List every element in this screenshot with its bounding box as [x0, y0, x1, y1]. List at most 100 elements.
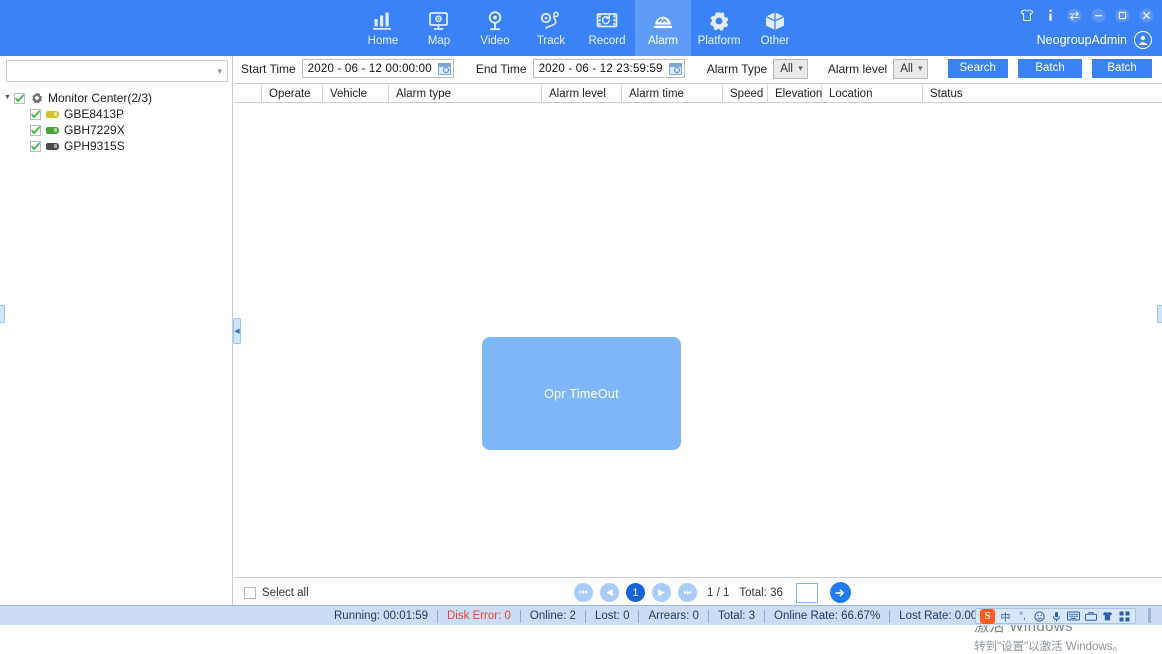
apps-icon[interactable] [1118, 610, 1131, 623]
tray-edge-marker [1148, 608, 1151, 623]
status-item: Total: 3 [709, 609, 766, 623]
nav-item-map[interactable]: Map [411, 0, 467, 56]
toast-message: Opr TimeOut [544, 386, 619, 401]
switch-user-icon[interactable] [1067, 8, 1082, 23]
minimize-icon[interactable] [1091, 8, 1106, 23]
cube-icon [764, 9, 786, 33]
voice-input-icon[interactable] [1050, 610, 1063, 623]
alarm-type-select[interactable]: All ▾ [773, 58, 808, 79]
prev-page-icon[interactable]: ◀ [600, 583, 619, 602]
column-header-status[interactable]: Status [923, 84, 1162, 103]
column-header-speed[interactable]: Speed [723, 84, 768, 103]
nav-item-other[interactable]: Other [747, 0, 803, 56]
status-item: Running: 00:01:59 [325, 609, 438, 623]
status-item: Online Rate: 66.67% [765, 609, 891, 623]
skin-icon[interactable] [1101, 610, 1114, 623]
column-header-alarm-type[interactable]: Alarm type [389, 84, 542, 103]
end-time-value: 2020 - 06 - 12 23:59:59 [538, 62, 663, 75]
car-icon [45, 126, 60, 134]
tree-expand-toggle[interactable]: ▼ [4, 93, 14, 103]
monitor-map-icon [428, 9, 450, 33]
left-edge-handle[interactable] [0, 305, 5, 323]
batch-confirm-button[interactable]: Batch Confirm [1017, 59, 1083, 93]
batch-cancel-button[interactable]: Batch Cancel [1092, 59, 1152, 93]
column-header-operate[interactable]: Operate [262, 84, 323, 103]
nav-item-label: Map [427, 34, 451, 47]
nav-item-label: Home [367, 34, 399, 47]
go-arrow-icon[interactable] [829, 582, 851, 603]
end-time-input[interactable]: 2020 - 06 - 12 23:59:59 [532, 59, 685, 78]
checkbox-box [244, 586, 256, 599]
nav-item-home[interactable]: Home [355, 0, 411, 56]
track-pin-icon [540, 9, 562, 33]
user-avatar-icon[interactable] [1134, 31, 1152, 49]
end-time-label: End Time [475, 61, 527, 76]
vehicle-tree: ▼ Monitor Center(2/3) GBE8413P GBH7229X GPH9… [0, 90, 233, 154]
current-page-button[interactable]: 1 [626, 583, 645, 602]
page-navigation: ⏮ ◀ 1 ▶ ⏭ 1 / 1 Total: 36 [574, 580, 851, 605]
column-header-vehicle[interactable]: Vehicle [323, 84, 389, 103]
keyboard-icon[interactable] [1067, 610, 1080, 623]
start-time-input[interactable]: 2020 - 06 - 12 00:00:00 [301, 59, 454, 78]
tree-checkbox[interactable] [30, 140, 41, 152]
car-icon [45, 110, 60, 118]
column-header-checkbox[interactable] [234, 84, 262, 103]
calendar-icon[interactable] [437, 62, 451, 75]
column-header-elevation[interactable]: Elevation [768, 84, 822, 103]
main-navigation: Home Map Video Track Record Alarm Platform Othe… [355, 0, 803, 56]
vehicle-search-combo[interactable]: ▾ [6, 60, 228, 82]
pagination-bar: Select all ⏮ ◀ 1 ▶ ⏭ 1 / 1 Total: 36 [234, 580, 1162, 605]
select-all-checkbox[interactable]: Select all [244, 586, 309, 599]
film-reel-icon [596, 9, 618, 33]
tree-checkbox[interactable] [30, 124, 41, 136]
nav-item-platform[interactable]: Platform [691, 0, 747, 56]
tree-item-monitorcenter23[interactable]: ▼ Monitor Center(2/3) [0, 90, 233, 106]
close-icon[interactable] [1139, 8, 1154, 23]
tree-checkbox[interactable] [30, 108, 41, 120]
nav-item-video[interactable]: Video [467, 0, 523, 56]
right-edge-handle[interactable] [1157, 305, 1162, 323]
tree-item-gph9315s[interactable]: GPH9315S [0, 138, 233, 154]
car-icon [45, 142, 60, 150]
page-jump-input[interactable] [795, 582, 818, 603]
select-all-label: Select all [262, 586, 309, 599]
chinese-mode-icon[interactable]: 中 [999, 610, 1012, 624]
first-page-icon[interactable]: ⏮ [574, 583, 593, 602]
alarm-level-select[interactable]: All ▾ [893, 58, 928, 79]
nav-item-record[interactable]: Record [579, 0, 635, 56]
status-item: Lost: 0 [586, 609, 640, 623]
alarm-table: Operate Vehicle Alarm type Alarm level Alarm… [234, 83, 1162, 578]
user-bar[interactable]: NeogroupAdmin [1037, 28, 1152, 52]
search-button[interactable]: Search [947, 59, 1008, 78]
alarm-level-label: Alarm level [827, 61, 888, 76]
sogou-logo-icon[interactable]: S [980, 608, 995, 624]
maximize-icon[interactable] [1115, 8, 1130, 23]
column-header-alarm-time[interactable]: Alarm time [622, 84, 723, 103]
chevron-left-icon: ◀ [234, 327, 240, 335]
last-page-icon[interactable]: ⏭ [678, 583, 697, 602]
tree-item-gbe8413p[interactable]: GBE8413P [0, 106, 233, 122]
tree-item-gbh7229x[interactable]: GBH7229X [0, 122, 233, 138]
start-time-value: 2020 - 06 - 12 00:00:00 [307, 62, 432, 75]
skin-icon[interactable] [1019, 8, 1034, 23]
column-header-alarm-level[interactable]: Alarm level [542, 84, 622, 103]
punctuation-icon[interactable]: °, [1016, 610, 1029, 623]
toolbox-icon[interactable] [1084, 610, 1097, 623]
nav-item-label: Alarm [647, 34, 679, 47]
tree-item-label: GBE8413P [64, 107, 125, 121]
alarm-level-value: All [900, 62, 913, 75]
column-header-location[interactable]: Location [822, 84, 923, 103]
info-icon[interactable] [1043, 8, 1058, 23]
tree-item-label: GBH7229X [64, 123, 125, 137]
nav-item-alarm[interactable]: Alarm [635, 0, 691, 56]
calendar-icon[interactable] [668, 62, 682, 75]
next-page-icon[interactable]: ▶ [652, 583, 671, 602]
table-header-row: Operate Vehicle Alarm type Alarm level Alarm… [234, 84, 1162, 103]
tree-checkbox[interactable] [14, 92, 25, 104]
camera-icon [484, 9, 506, 33]
alarm-type-value: All [780, 62, 793, 75]
nav-item-track[interactable]: Track [523, 0, 579, 56]
emoji-icon[interactable] [1033, 610, 1046, 623]
total-count: Total: 36 [739, 586, 783, 599]
panel-collapse-handle[interactable]: ◀ [233, 318, 241, 344]
